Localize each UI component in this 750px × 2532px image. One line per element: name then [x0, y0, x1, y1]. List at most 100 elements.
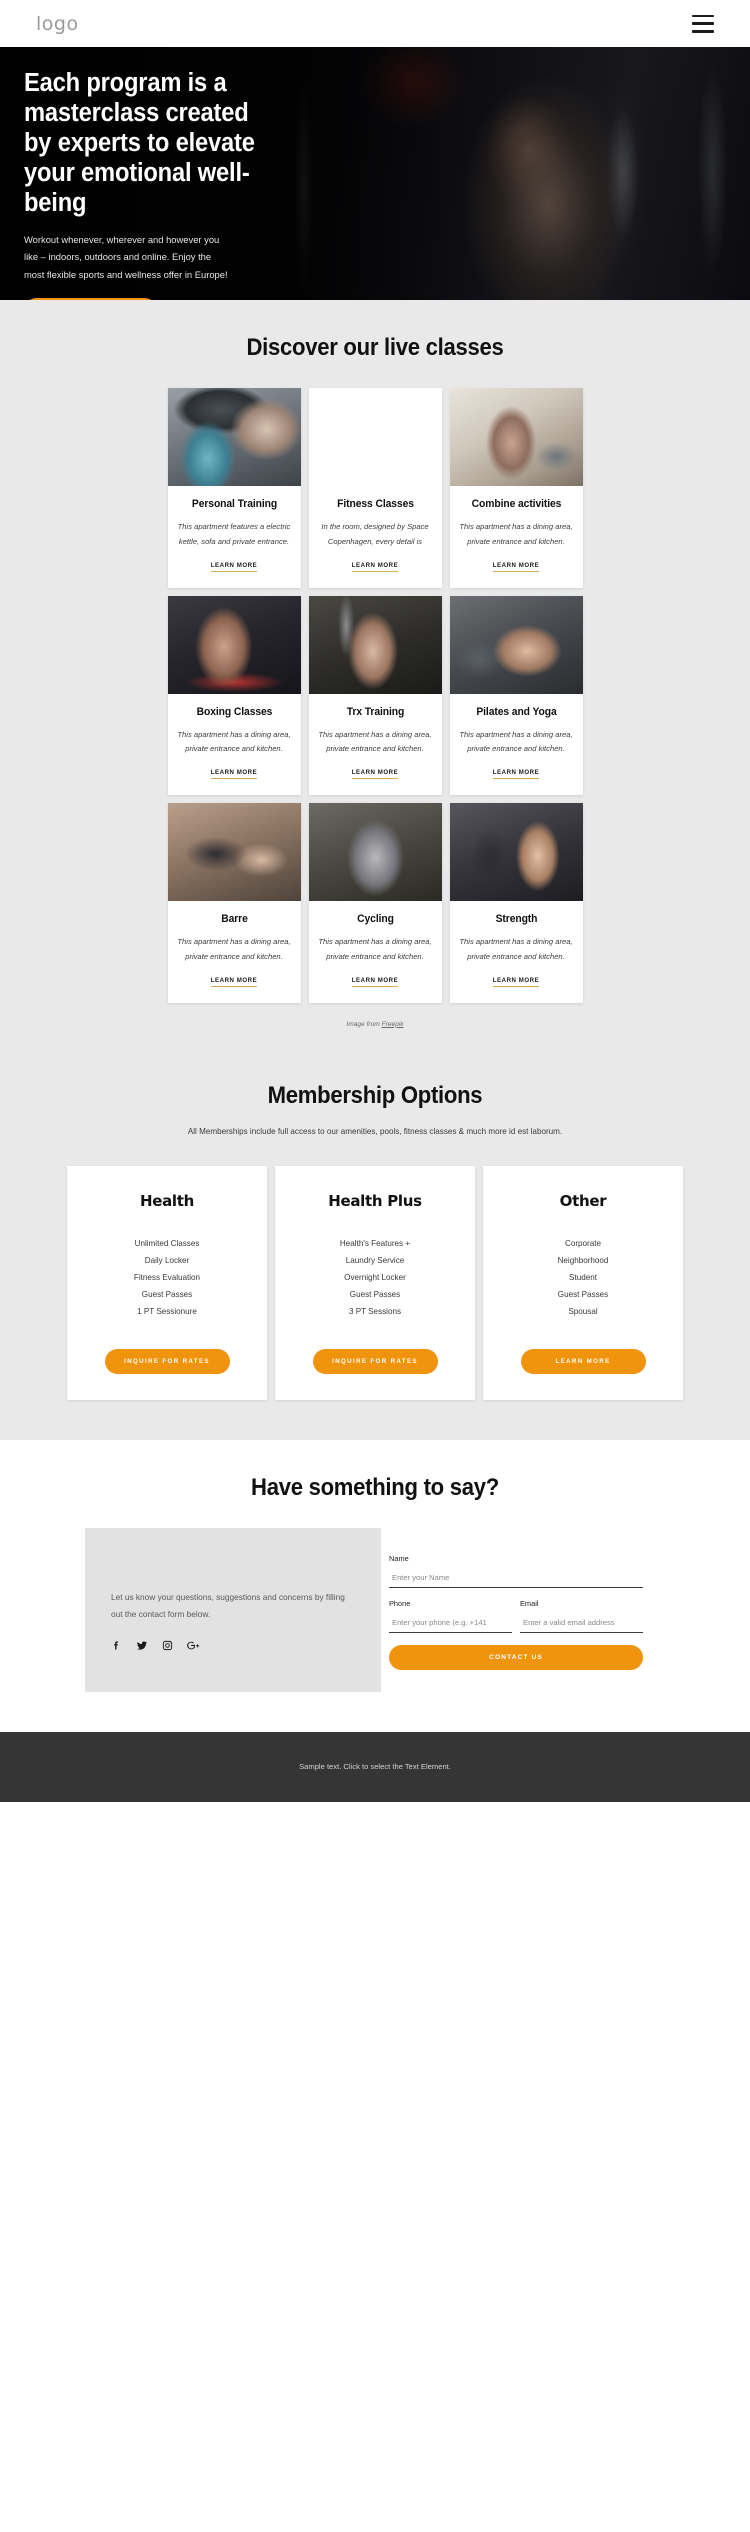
- hero-section: Each program is a masterclass created by…: [0, 47, 750, 300]
- class-card-title: Fitness Classes: [336, 498, 414, 510]
- plan-cta-button[interactable]: INQUIRE FOR RATES: [104, 1348, 230, 1374]
- freepik-link[interactable]: Freepik: [382, 1021, 404, 1028]
- class-card-title: Combine activities: [471, 498, 561, 510]
- class-card[interactable]: Trx Training This apartment has a dining…: [308, 595, 442, 796]
- class-card-title: Boxing Classes: [196, 705, 272, 718]
- logo[interactable]: logo: [36, 13, 79, 35]
- class-card[interactable]: Personal Training This apartment feature…: [167, 388, 301, 588]
- image-credit: Image from Freepik: [0, 1021, 750, 1028]
- classes-section: Discover our live classes Personal Train…: [0, 300, 750, 1050]
- google-plus-icon[interactable]: [187, 1640, 200, 1651]
- class-card-image: [449, 803, 583, 902]
- plan-feature: Health's Features +: [339, 1238, 411, 1248]
- plan-feature: Daily Locker: [144, 1255, 190, 1265]
- plan-name: Health Plus: [328, 1191, 422, 1210]
- plan-feature: Laundry Service: [345, 1255, 405, 1265]
- class-card-title: Barre: [220, 913, 248, 926]
- plan-features: Health's Features + Laundry Service Over…: [289, 1236, 461, 1321]
- site-header: logo: [0, 0, 750, 47]
- email-input[interactable]: [520, 1610, 643, 1633]
- plan-feature: Unlimited Classes: [134, 1238, 200, 1248]
- facebook-icon[interactable]: [111, 1640, 122, 1651]
- contact-info: Let us know your questions, suggestions …: [85, 1528, 381, 1692]
- class-card-image: [308, 803, 442, 902]
- landing-page: logo Each program is a masterclass creat…: [0, 0, 750, 1802]
- class-card[interactable]: Pilates and Yoga This apartment has a di…: [449, 595, 583, 796]
- plan-card-health-plus: Health Plus Health's Features + Laundry …: [275, 1165, 475, 1400]
- plan-cta-button[interactable]: LEARN MORE: [520, 1348, 646, 1374]
- plan-name: Other: [559, 1191, 607, 1210]
- contact-us-submit-button[interactable]: CONTACT US: [389, 1644, 643, 1670]
- class-card-title: Pilates and Yoga: [475, 705, 557, 718]
- plan-features: Unlimited Classes Daily Locker Fitness E…: [81, 1236, 253, 1321]
- hamburger-menu-icon[interactable]: [692, 14, 714, 33]
- plan-feature: Fitness Evaluation: [133, 1272, 201, 1282]
- plan-feature: Student: [569, 1272, 597, 1282]
- plan-feature: 1 PT Sessionure: [137, 1306, 197, 1316]
- class-card[interactable]: Barre This apartment has a dining area, …: [167, 803, 301, 1003]
- name-field-label: Name: [389, 1553, 409, 1563]
- learn-more-link[interactable]: LEARN MORE: [492, 769, 540, 780]
- contact-blurb: Let us know your questions, suggestions …: [111, 1591, 345, 1620]
- plan-feature: Overnight Locker: [344, 1272, 406, 1282]
- hero-subtitle: Workout whenever, wherever and however y…: [24, 233, 228, 280]
- class-card-text: In the room, designed by Space Copenhage…: [321, 522, 429, 546]
- class-card[interactable]: Strength This apartment has a dining are…: [449, 803, 583, 1003]
- class-card[interactable]: Fitness Classes In the room, designed by…: [308, 388, 442, 588]
- learn-more-link[interactable]: LEARN MORE: [210, 769, 258, 780]
- learn-more-link[interactable]: LEARN MORE: [492, 562, 540, 572]
- learn-more-link[interactable]: LEARN MORE: [351, 562, 399, 572]
- plan-feature: Guest Passes: [141, 1289, 193, 1299]
- class-card-title: Trx Training: [346, 705, 404, 718]
- membership-plans: Health Unlimited Classes Daily Locker Fi…: [0, 1165, 750, 1400]
- plan-feature: Spousal: [568, 1306, 598, 1316]
- class-card-text: This apartment has a dining area, privat…: [318, 937, 432, 961]
- learn-more-link[interactable]: LEARN MORE: [351, 977, 399, 987]
- membership-section: Membership Options All Memberships inclu…: [0, 1049, 750, 1440]
- class-card[interactable]: Cycling This apartment has a dining area…: [308, 803, 442, 1003]
- class-card-text: This apartment has a dining area, privat…: [459, 937, 573, 961]
- name-input[interactable]: [389, 1565, 643, 1588]
- class-card-image: [167, 388, 301, 486]
- membership-subtitle: All Memberships include full access to o…: [187, 1126, 563, 1136]
- plan-feature: Guest Passes: [557, 1289, 609, 1299]
- classes-section-title: Discover our live classes: [246, 334, 504, 361]
- footer-text: Sample text. Click to select the Text El…: [299, 1762, 451, 1772]
- class-card[interactable]: Combine activities This apartment has a …: [449, 388, 583, 588]
- class-card-image: [167, 595, 301, 694]
- class-card-image: [449, 388, 583, 486]
- class-card-text: This apartment has a dining area, privat…: [177, 937, 291, 961]
- twitter-icon[interactable]: [136, 1640, 148, 1651]
- discover-locations-button[interactable]: DISCOVER LOCATIONS: [24, 297, 157, 300]
- class-card-text: This apartment has a dining area, privat…: [318, 729, 432, 754]
- hero-title: Each program is a masterclass created by…: [24, 69, 255, 217]
- learn-more-link[interactable]: LEARN MORE: [351, 769, 399, 780]
- class-card-text: This apartment has a dining area, privat…: [459, 522, 573, 546]
- class-card-text: This apartment has a dining area, privat…: [177, 729, 291, 754]
- class-card-title: Personal Training: [191, 498, 277, 510]
- class-card[interactable]: Boxing Classes This apartment has a dini…: [167, 595, 301, 796]
- class-card-title: Cycling: [356, 913, 394, 926]
- class-card-image: [309, 388, 442, 486]
- phone-field-label: Phone: [389, 1598, 411, 1608]
- instagram-icon[interactable]: [162, 1640, 173, 1651]
- plan-cta-button[interactable]: INQUIRE FOR RATES: [312, 1348, 438, 1374]
- plan-card-other: Other Corporate Neighborhood Student Gue…: [483, 1165, 683, 1400]
- learn-more-link[interactable]: LEARN MORE: [210, 562, 258, 572]
- plan-card-health: Health Unlimited Classes Daily Locker Fi…: [67, 1165, 267, 1400]
- plan-feature: Guest Passes: [349, 1289, 401, 1299]
- plan-feature: Corporate: [565, 1238, 601, 1248]
- site-footer: Sample text. Click to select the Text El…: [0, 1731, 750, 1802]
- membership-section-title: Membership Options: [267, 1081, 483, 1109]
- learn-more-link[interactable]: LEARN MORE: [210, 977, 258, 987]
- phone-input[interactable]: [389, 1610, 512, 1633]
- classes-grid: Personal Training This apartment feature…: [0, 388, 750, 1003]
- email-field-label: Email: [520, 1598, 539, 1608]
- class-card-image: [167, 803, 301, 902]
- class-card-text: This apartment has a dining area, privat…: [459, 729, 573, 754]
- class-card-image: [449, 595, 583, 694]
- plan-features: Corporate Neighborhood Student Guest Pas…: [497, 1236, 669, 1321]
- class-card-title: Strength: [495, 913, 537, 926]
- social-links: [111, 1640, 355, 1651]
- learn-more-link[interactable]: LEARN MORE: [492, 977, 540, 987]
